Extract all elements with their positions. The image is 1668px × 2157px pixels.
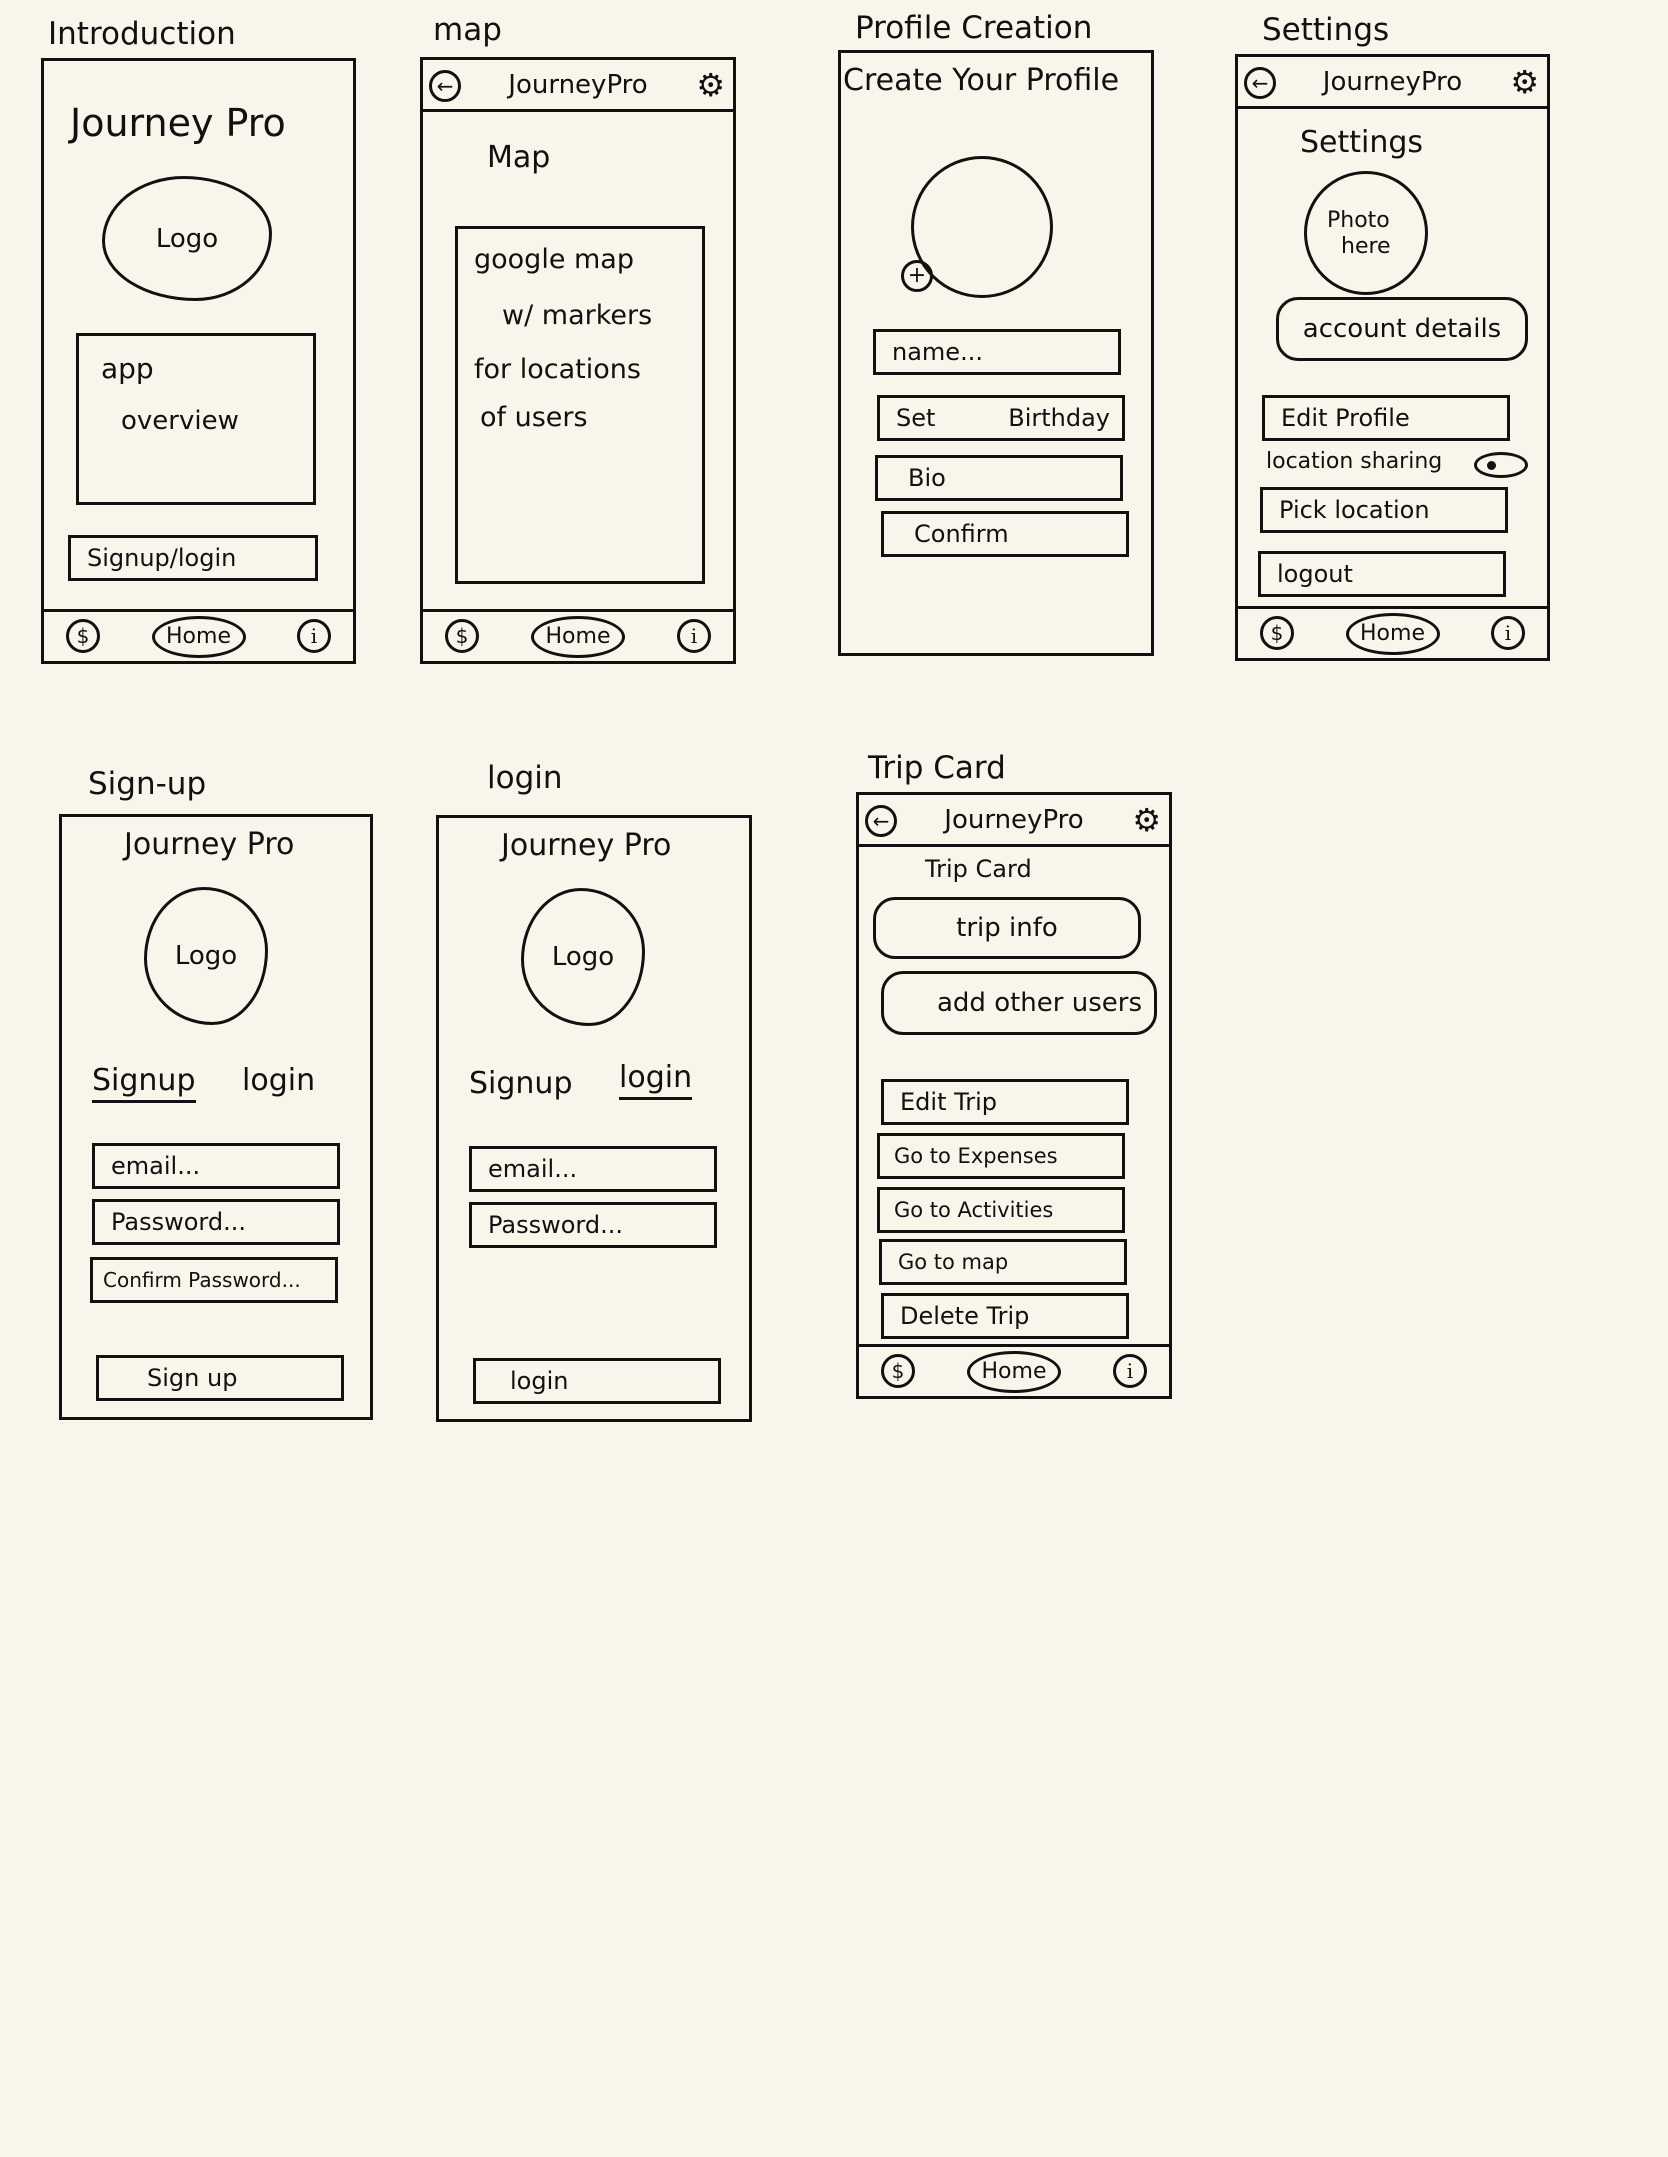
settings-heading: Settings (1300, 125, 1424, 160)
birthday-set-label: Set (896, 404, 936, 432)
pick-location-button[interactable]: Pick location (1260, 487, 1508, 533)
trip-info-section[interactable]: trip info (873, 897, 1141, 959)
password-field[interactable]: Password... (92, 1199, 340, 1245)
expenses-button[interactable]: Go to Expenses (877, 1133, 1125, 1179)
map-text-line3: for locations (474, 354, 641, 385)
gear-icon[interactable]: ⚙ (696, 67, 725, 103)
top-bar: ← JourneyPro ⚙ (1238, 57, 1547, 109)
top-bar-title: JourneyPro (1322, 67, 1463, 97)
birthday-field[interactable]: Set Birthday (877, 395, 1125, 441)
frame-title-trip-card: Trip Card (868, 750, 1006, 786)
app-overview-line2: overview (121, 406, 239, 436)
delete-trip-button[interactable]: Delete Trip (881, 1293, 1129, 1339)
app-title: Journey Pro (501, 828, 672, 863)
logo-label: Logo (551, 942, 615, 972)
map-text-line2: w/ markers (502, 300, 653, 331)
login-screen: Journey Pro Logo Signup login email... P… (436, 815, 752, 1422)
create-profile-heading: Create Your Profile (843, 63, 1120, 98)
dollar-icon[interactable]: $ (66, 619, 100, 653)
top-bar-title: JourneyPro (508, 70, 648, 100)
password-field[interactable]: Password... (469, 1202, 717, 1248)
signup-tab[interactable]: Signup (92, 1063, 196, 1103)
logo-label: Logo (174, 941, 238, 971)
signup-button[interactable]: Sign up (96, 1355, 344, 1401)
login-tab[interactable]: login (619, 1060, 693, 1100)
signup-screen: Journey Pro Logo Signup login email... P… (59, 814, 373, 1420)
info-icon[interactable]: i (1113, 1354, 1147, 1388)
edit-trip-button[interactable]: Edit Trip (881, 1079, 1129, 1125)
info-icon[interactable]: i (1491, 616, 1525, 650)
logo-label: Logo (155, 223, 219, 254)
dollar-icon[interactable]: $ (881, 1354, 915, 1388)
location-sharing-label: location sharing (1266, 449, 1443, 474)
photo-label-line1: Photo (1327, 208, 1390, 233)
map-button[interactable]: Go to map (879, 1239, 1127, 1285)
bottom-nav: $ Home i (44, 609, 353, 661)
photo-label-line2: here (1341, 234, 1391, 259)
info-icon[interactable]: i (297, 619, 331, 653)
photo-placeholder[interactable]: Photo here (1304, 171, 1428, 295)
logo-placeholder: Logo (102, 176, 272, 301)
top-bar-title: JourneyPro (944, 805, 1084, 835)
account-details-section[interactable]: account details (1276, 297, 1528, 361)
add-photo-icon[interactable]: + (901, 260, 933, 292)
dollar-icon[interactable]: $ (445, 619, 479, 653)
map-placeholder[interactable]: google map w/ markers for locations of u… (455, 226, 705, 584)
edit-profile-button[interactable]: Edit Profile (1262, 395, 1510, 441)
home-button[interactable]: Home (531, 616, 625, 658)
bottom-nav: $ Home i (1238, 606, 1547, 658)
frame-title-introduction: Introduction (48, 16, 236, 52)
birthday-label: Birthday (1008, 404, 1110, 432)
bottom-nav: $ Home i (859, 1344, 1169, 1396)
dollar-icon[interactable]: $ (1260, 616, 1294, 650)
name-field[interactable]: name... (873, 329, 1121, 375)
login-button[interactable]: login (473, 1358, 721, 1404)
activities-button[interactable]: Go to Activities (877, 1187, 1125, 1233)
frame-title-signup: Sign-up (88, 766, 207, 802)
toggle-knob (1487, 461, 1496, 470)
app-title: Journey Pro (70, 101, 286, 145)
app-overview-line1: app (101, 352, 154, 385)
introduction-screen: Journey Pro Logo app overview Signup/log… (41, 58, 356, 664)
map-text-line4: of users (480, 402, 588, 433)
email-field[interactable]: email... (469, 1146, 717, 1192)
home-button[interactable]: Home (1345, 613, 1440, 655)
confirm-button[interactable]: Confirm (881, 511, 1129, 557)
frame-title-settings: Settings (1262, 12, 1390, 48)
frame-title-profile-creation: Profile Creation (855, 10, 1093, 46)
map-screen: ← JourneyPro ⚙ Map google map w/ markers… (420, 57, 736, 664)
home-button[interactable]: Home (967, 1351, 1061, 1393)
logo-placeholder: Logo (521, 888, 645, 1026)
signup-login-button[interactable]: Signup/login (68, 535, 318, 581)
profile-creation-screen: Create Your Profile + name... Set Birthd… (838, 50, 1154, 656)
email-field[interactable]: email... (92, 1143, 340, 1189)
map-heading: Map (487, 140, 551, 175)
confirm-password-field[interactable]: Confirm Password... (90, 1257, 338, 1303)
app-title: Journey Pro (124, 827, 295, 862)
logout-button[interactable]: logout (1258, 551, 1506, 597)
top-bar: ← JourneyPro ⚙ (859, 795, 1169, 847)
frame-title-map: map (433, 12, 502, 48)
add-users-section[interactable]: add other users (881, 971, 1157, 1035)
frame-title-login: login (487, 760, 563, 796)
app-overview-box: app overview (76, 333, 316, 505)
login-tab[interactable]: login (242, 1063, 315, 1098)
logo-placeholder: Logo (144, 887, 268, 1025)
map-text-line1: google map (474, 244, 634, 275)
bottom-nav: $ Home i (423, 609, 733, 661)
top-bar: ← JourneyPro ⚙ (423, 60, 733, 112)
signup-tab[interactable]: Signup (469, 1066, 573, 1101)
location-sharing-toggle[interactable] (1474, 452, 1528, 478)
trip-card-heading: Trip Card (925, 855, 1032, 883)
home-button[interactable]: Home (151, 616, 246, 658)
trip-card-screen: ← JourneyPro ⚙ Trip Card trip info add o… (856, 792, 1172, 1399)
info-icon[interactable]: i (677, 619, 711, 653)
settings-screen: ← JourneyPro ⚙ Settings Photo here accou… (1235, 54, 1550, 661)
bio-field[interactable]: Bio (875, 455, 1123, 501)
gear-icon[interactable]: ⚙ (1510, 64, 1539, 100)
gear-icon[interactable]: ⚙ (1132, 802, 1161, 838)
